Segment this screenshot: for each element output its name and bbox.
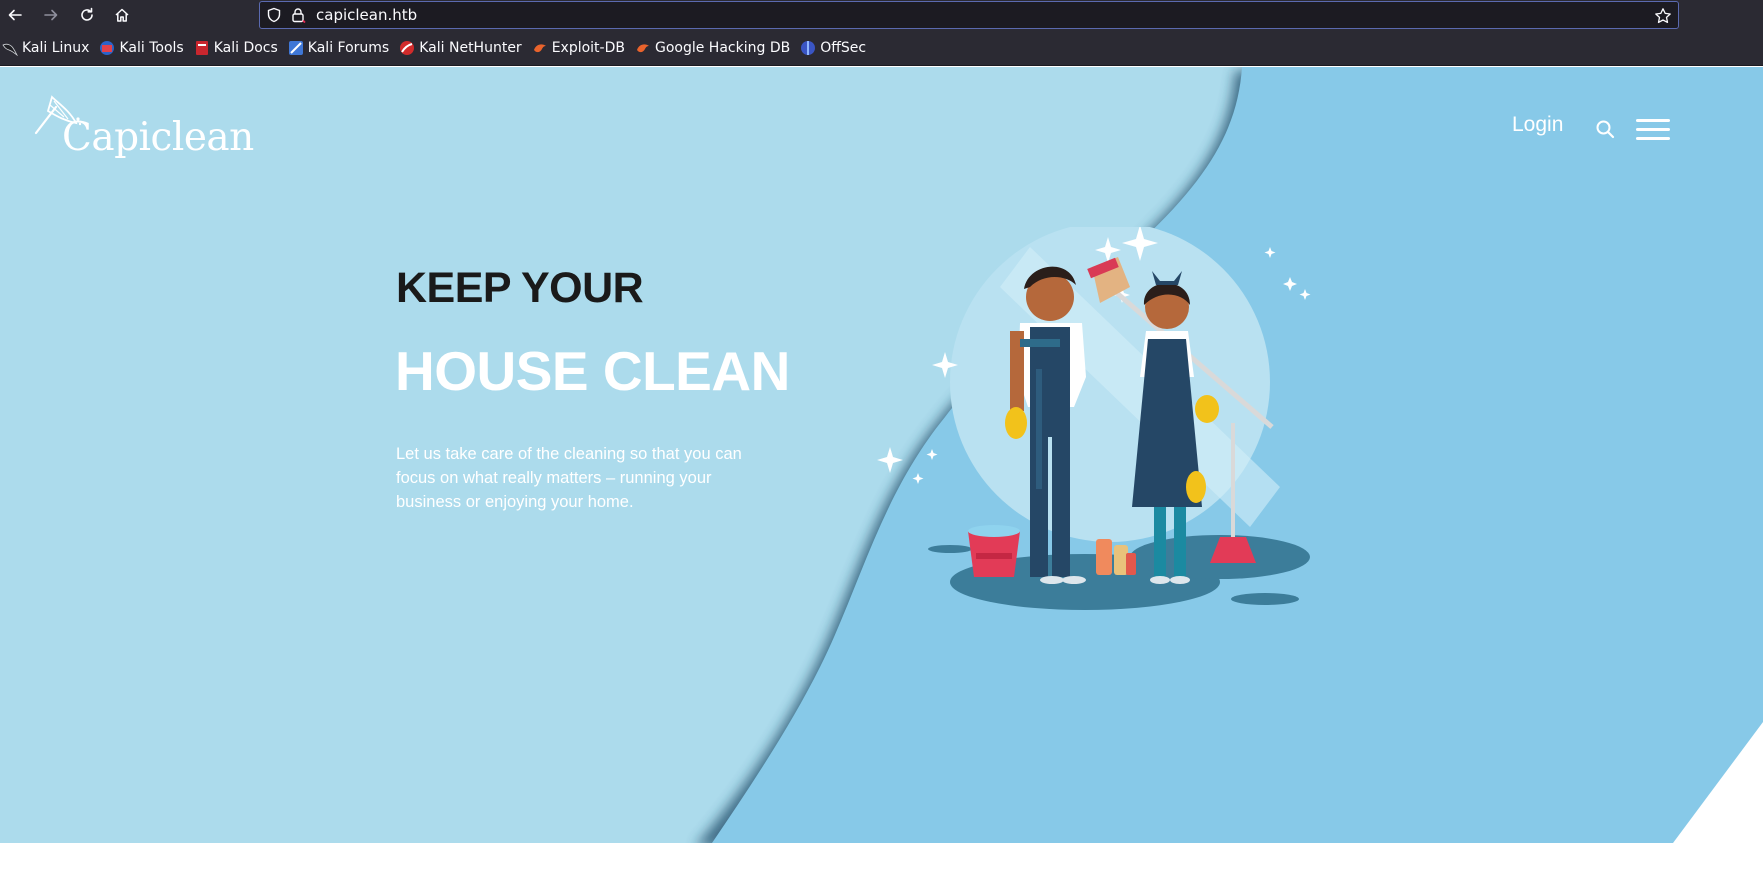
hero-subtext: Let us take care of the cleaning so that…: [396, 445, 742, 511]
forward-button[interactable]: [39, 3, 63, 27]
bookmark-google-hacking-db[interactable]: Google Hacking DB: [635, 40, 790, 56]
web-page: Capiclean Login KEEP YOUR HOUSE CLEAN Le…: [0, 67, 1763, 891]
exploit-db-icon: [533, 43, 546, 52]
kali-tools-icon: [100, 40, 115, 55]
hero-headline-main: HOUSE CLEAN: [395, 340, 790, 402]
url-bar[interactable]: capiclean.htb: [259, 1, 1679, 29]
home-icon: [115, 8, 129, 22]
kali-nethunter-icon: [400, 40, 415, 55]
bookmark-kali-linux[interactable]: Kali Linux: [2, 40, 89, 56]
bookmark-star-icon[interactable]: [1654, 7, 1672, 25]
arrow-right-icon: [44, 9, 58, 21]
kali-docs-icon: [195, 40, 208, 55]
kali-forums-icon: [288, 40, 303, 55]
bookmark-kali-nethunter[interactable]: Kali NetHunter: [399, 39, 522, 56]
logo-text: Capiclean: [62, 115, 254, 160]
search-icon[interactable]: [1594, 118, 1616, 140]
bookmark-label: OffSec: [820, 39, 867, 56]
arrow-left-icon: [8, 9, 22, 21]
bookmark-kali-forums[interactable]: Kali Forums: [288, 40, 389, 56]
bookmark-label: Exploit-DB: [551, 39, 625, 56]
bookmark-label: Kali Linux: [22, 39, 90, 56]
ghdb-icon: [636, 43, 649, 52]
bookmarks-bar: Kali Linux Kali Tools Kali Docs Kali For…: [0, 30, 1763, 66]
bookmark-exploit-db[interactable]: Exploit-DB: [532, 40, 625, 56]
bookmark-label: Google Hacking DB: [654, 39, 791, 56]
bookmark-label: Kali Tools: [119, 39, 184, 56]
cleaners-illustration: [877, 227, 1311, 610]
bookmark-label: Kali Docs: [213, 39, 278, 56]
login-link[interactable]: Login: [1512, 113, 1563, 137]
browser-toolbar: capiclean.htb: [0, 0, 1763, 30]
offsec-icon: [801, 40, 816, 55]
bookmark-label: Kali Forums: [307, 39, 390, 56]
site-logo[interactable]: Capiclean: [34, 93, 254, 169]
bookmark-kali-docs[interactable]: Kali Docs: [194, 40, 278, 56]
hamburger-menu-icon[interactable]: [1636, 119, 1670, 141]
shield-icon[interactable]: [266, 7, 282, 23]
home-button[interactable]: [110, 3, 134, 27]
url-text[interactable]: capiclean.htb: [316, 6, 417, 24]
bookmark-offsec[interactable]: OffSec: [800, 40, 866, 56]
reload-button[interactable]: [75, 3, 99, 27]
bookmark-kali-tools[interactable]: Kali Tools: [99, 39, 184, 56]
reload-icon: [81, 7, 93, 21]
back-button[interactable]: [3, 3, 27, 27]
lock-icon[interactable]: [290, 7, 306, 23]
hero-headline-top: KEEP YOUR: [396, 264, 644, 312]
bookmark-label: Kali NetHunter: [419, 39, 522, 56]
kali-dragon-icon: [2, 43, 18, 56]
